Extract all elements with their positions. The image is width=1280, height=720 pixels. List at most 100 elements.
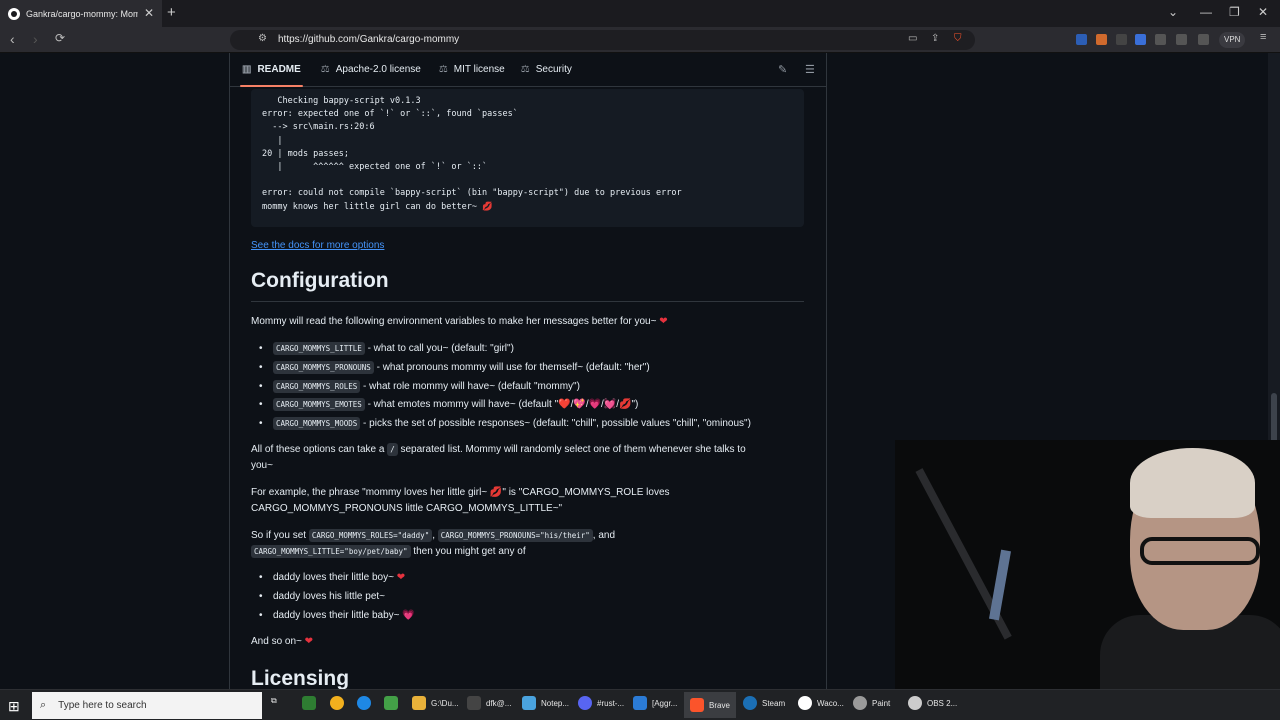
intro-text: Mommy will read the following environmen… — [251, 316, 657, 327]
windows-start-icon[interactable]: ⊞ — [8, 698, 20, 715]
chrome-pin-icon[interactable] — [330, 696, 349, 710]
list-item: daddy loves his little pet~ — [259, 589, 385, 605]
paint-icon — [853, 696, 867, 710]
back-icon[interactable]: ‹ — [10, 31, 15, 47]
para-text: separated list. Mommy will randomly sele… — [397, 444, 746, 455]
tab-readme[interactable]: ▥ README — [240, 53, 303, 87]
url-text[interactable]: https://github.com/Gankra/cargo-mommy — [278, 34, 459, 45]
list-item: CARGO_MOMMYS_MOODS - picks the set of po… — [259, 416, 751, 432]
taskbar-app[interactable]: #rust-... — [578, 696, 624, 710]
taskbar-app[interactable]: [Aggr... — [633, 696, 677, 710]
inline-code: CARGO_MOMMYS_LITTLE="boy/pet/baby" — [251, 545, 411, 558]
outline-list-icon[interactable]: ☰ — [805, 63, 815, 76]
taskbar-app[interactable]: dfk@... — [467, 696, 511, 710]
env-var-desc: - picks the set of possible responses~ (… — [360, 418, 751, 429]
inline-code: CARGO_MOMMYS_ROLES="daddy" — [308, 529, 433, 542]
inline-code: CARGO_MOMMYS_PRONOUNS="his/their" — [437, 529, 593, 542]
and-so-on: And so on~ ❤ — [251, 634, 313, 650]
scale-icon: ⚖ — [520, 64, 530, 75]
tab-mit-license[interactable]: ⚖ MIT license — [439, 53, 505, 87]
share-icon[interactable]: ⇪ — [931, 33, 939, 44]
para-text: For example, the phrase "mommy loves her… — [251, 487, 670, 498]
cast-icon[interactable]: ▭ — [908, 33, 917, 44]
forward-icon[interactable]: › — [33, 31, 38, 47]
obs-icon — [908, 696, 922, 710]
taskbar-app-label: Waco... — [817, 698, 844, 708]
docs-link[interactable]: See the docs for more options — [251, 240, 384, 251]
taskbar-app[interactable]: Paint — [853, 696, 890, 710]
tab-title: Gankra/cargo-mommy: Mommy — [26, 8, 138, 19]
minimize-icon[interactable]: — — [1200, 5, 1212, 19]
extension-icon[interactable] — [1076, 34, 1087, 45]
site-info-icon[interactable]: ⚙ — [258, 33, 267, 44]
taskbar-app-label: G:\Du... — [431, 698, 459, 708]
brave-shields-icon[interactable]: ⛉ — [954, 33, 962, 44]
para-text: So if you set — [251, 530, 309, 541]
para-text: And so on~ — [251, 636, 302, 647]
tab-label: Security — [535, 64, 572, 75]
scale-icon: ⚖ — [438, 64, 448, 75]
heart-emoji: 💗 — [402, 610, 415, 621]
task-view-icon[interactable]: ⧉ — [271, 696, 277, 706]
taskbar-search[interactable]: ⌕ Type here to search — [32, 692, 262, 719]
wacom-icon — [798, 696, 812, 710]
brave-rewards-icon[interactable] — [1096, 34, 1107, 45]
edge-pin-icon[interactable] — [357, 696, 376, 710]
env-var-desc: - what pronouns mommy will use for thems… — [373, 362, 650, 373]
tab-search-chevron-icon[interactable]: ⌄ — [1168, 5, 1178, 19]
search-placeholder: Type here to search — [58, 700, 147, 711]
browser-tab[interactable]: Gankra/cargo-mommy: Mommy ✕ — [0, 0, 162, 27]
webcam-overlay — [895, 440, 1280, 689]
taskbar-app[interactable]: G:\Du... — [412, 696, 459, 710]
tab-security[interactable]: ⚖ Security — [521, 53, 572, 87]
para-text: you~ — [251, 460, 273, 471]
so-if-paragraph: So if you set CARGO_MOMMYS_ROLES="daddy"… — [251, 528, 615, 560]
list-item: daddy loves their little baby~ 💗 — [259, 608, 415, 624]
translate-icon[interactable] — [1135, 34, 1146, 45]
list-item: CARGO_MOMMYS_LITTLE - what to call you~ … — [259, 341, 514, 357]
edit-pencil-icon[interactable]: ✎ — [778, 63, 787, 76]
github-icon — [8, 7, 20, 20]
para-text: , and — [592, 530, 616, 541]
env-var-code: CARGO_MOMMYS_MOODS — [273, 417, 361, 430]
taskbar-app-label: dfk@... — [486, 698, 512, 708]
para-text: CARGO_MOMMYS_PRONOUNS little CARGO_MOMMY… — [251, 503, 563, 514]
taskbar-app-label: [Aggr... — [652, 698, 678, 708]
configuration-heading: Configuration — [251, 269, 389, 292]
example-text: daddy loves their little boy~ — [273, 572, 394, 583]
taskbar-app-label: Brave — [709, 700, 730, 710]
extension-icon[interactable] — [1116, 34, 1127, 45]
list-item: CARGO_MOMMYS_PRONOUNS - what pronouns mo… — [259, 360, 650, 376]
sidebar-icon[interactable] — [1198, 34, 1209, 45]
media-icon[interactable] — [1176, 34, 1187, 45]
reload-icon[interactable]: ⟳ — [55, 31, 65, 45]
maximize-icon[interactable]: ❐ — [1229, 5, 1240, 19]
vpn-button[interactable]: VPN — [1219, 32, 1246, 48]
browser-toolbar: ‹ › ⟳ ▯ ⚙ https://github.com/Gankra/carg… — [0, 27, 1280, 53]
new-tab-button[interactable]: + — [167, 4, 176, 21]
app-pin-icon[interactable] — [384, 696, 403, 710]
extensions-puzzle-icon[interactable] — [1155, 34, 1166, 45]
taskbar-app[interactable]: Waco... — [798, 696, 844, 710]
terminal-pin-icon[interactable] — [302, 696, 321, 710]
env-var-code: CARGO_MOMMYS_EMOTES — [273, 398, 365, 411]
address-bar[interactable]: ⚙ https://github.com/Gankra/cargo-mommy … — [230, 30, 975, 50]
menu-icon[interactable]: ≡ — [1260, 31, 1266, 43]
taskbar-app-label: Steam — [762, 698, 786, 708]
example-text: daddy loves their little baby~ — [273, 610, 400, 621]
taskbar-app[interactable]: Brave — [684, 692, 736, 718]
tab-close-icon[interactable]: ✕ — [144, 6, 154, 20]
para-text: All of these options can take a — [251, 444, 388, 455]
readme-tabs: ▥ README ⚖ Apache-2.0 license ⚖ MIT lice… — [230, 53, 826, 87]
env-var-desc: - what to call you~ (default: "girl") — [364, 343, 514, 354]
tab-apache-license[interactable]: ⚖ Apache-2.0 license — [321, 53, 421, 87]
taskbar-app[interactable]: Notep... — [522, 696, 569, 710]
separator-paragraph: All of these options can take a / separa… — [251, 442, 746, 474]
heading-divider — [251, 301, 804, 302]
close-window-icon[interactable]: ✕ — [1258, 5, 1268, 19]
tab-label: MIT license — [453, 64, 505, 75]
example-paragraph: For example, the phrase "mommy loves her… — [251, 485, 670, 517]
windows-taskbar: ⊞ ⌕ Type here to search ⧉ G:\Du... dfk@.… — [0, 689, 1280, 720]
taskbar-app[interactable]: Steam — [743, 696, 785, 710]
taskbar-app[interactable]: OBS 2... — [908, 696, 957, 710]
